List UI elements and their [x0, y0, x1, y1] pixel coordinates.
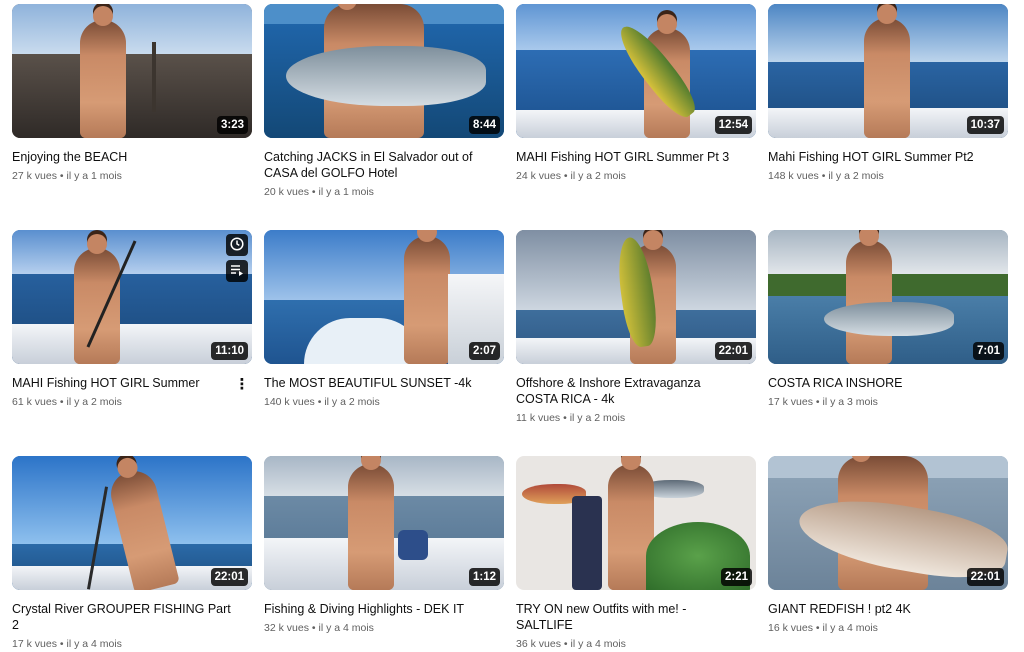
- vertical-dots-icon: ⋮: [234, 376, 250, 393]
- view-count: 61 k vues: [12, 396, 57, 408]
- video-thumbnail[interactable]: 1:12: [264, 456, 504, 590]
- video-duration: 12:54: [714, 116, 752, 134]
- upload-age: il y a 1 mois: [66, 170, 122, 182]
- upload-age: il y a 4 mois: [318, 622, 374, 634]
- video-card[interactable]: 1:12 Fishing & Diving Highlights - DEK I…: [264, 456, 504, 636]
- video-card[interactable]: 7:01 COSTA RICA INSHORE 17 k vues • il y…: [768, 230, 1008, 410]
- upload-age: il y a 3 mois: [822, 396, 878, 408]
- view-count: 24 k vues: [516, 170, 561, 182]
- video-card[interactable]: 8:44 Catching JACKS in El Salvador out o…: [264, 4, 504, 200]
- view-count: 11 k vues: [516, 412, 561, 424]
- upload-age: il y a 2 mois: [66, 396, 122, 408]
- view-count: 140 k vues: [264, 396, 315, 408]
- video-meta: 61 k vues • il y a 2 mois: [12, 396, 122, 408]
- video-thumbnail[interactable]: 8:44: [264, 4, 504, 138]
- video-thumbnail[interactable]: 2:07: [264, 230, 504, 364]
- upload-age: il y a 2 mois: [324, 396, 380, 408]
- view-count: 17 k vues: [12, 638, 57, 650]
- video-duration: 7:01: [972, 342, 1004, 360]
- video-title[interactable]: GIANT REDFISH ! pt2 4K: [768, 601, 996, 617]
- video-meta: 17 k vues • il y a 4 mois: [12, 638, 122, 650]
- video-thumbnail[interactable]: 10:37: [768, 4, 1008, 138]
- video-title[interactable]: TRY ON new Outfits with me! - SALTLIFE: [516, 601, 744, 633]
- video-duration: 22:01: [210, 568, 248, 586]
- video-meta: 20 k vues • il y a 1 mois: [264, 186, 374, 198]
- video-card[interactable]: 22:01 Crystal River GROUPER FISHING Part…: [12, 456, 252, 652]
- video-title[interactable]: COSTA RICA INSHORE: [768, 375, 996, 391]
- watch-later-button[interactable]: [226, 234, 248, 256]
- upload-age: il y a 4 mois: [570, 638, 626, 650]
- video-card[interactable]: 2:21 TRY ON new Outfits with me! - SALTL…: [516, 456, 756, 652]
- video-duration: 22:01: [966, 568, 1004, 586]
- video-title[interactable]: MAHI Fishing HOT GIRL Summer Pt 3: [516, 149, 744, 165]
- video-meta: 140 k vues • il y a 2 mois: [264, 396, 380, 408]
- video-duration: 11:10: [211, 342, 248, 360]
- upload-age: il y a 1 mois: [318, 186, 374, 198]
- video-duration: 3:23: [216, 116, 248, 134]
- video-meta: 17 k vues • il y a 3 mois: [768, 396, 878, 408]
- video-meta: 27 k vues • il y a 1 mois: [12, 170, 122, 182]
- view-count: 20 k vues: [264, 186, 309, 198]
- video-thumbnail[interactable]: 22:01: [768, 456, 1008, 590]
- video-title[interactable]: MAHI Fishing HOT GIRL Summer: [12, 375, 240, 391]
- upload-age: il y a 2 mois: [569, 412, 626, 424]
- video-meta: 148 k vues • il y a 2 mois: [768, 170, 884, 182]
- view-count: 17 k vues: [768, 396, 813, 408]
- clock-icon: [230, 236, 244, 254]
- more-actions-button[interactable]: ⋮: [234, 375, 250, 395]
- video-duration: 2:07: [468, 342, 500, 360]
- video-thumbnail[interactable]: 2:21: [516, 456, 756, 590]
- upload-age: il y a 4 mois: [66, 638, 122, 650]
- video-card[interactable]: 2:07 The MOST BEAUTIFUL SUNSET -4k 140 k…: [264, 230, 504, 410]
- video-card[interactable]: 3:23 Enjoying the BEACH 27 k vues • il y…: [12, 4, 252, 184]
- view-count: 32 k vues: [264, 622, 309, 634]
- view-count: 36 k vues: [516, 638, 561, 650]
- video-duration: 1:12: [468, 568, 500, 586]
- video-title[interactable]: The MOST BEAUTIFUL SUNSET -4k: [264, 375, 492, 391]
- video-card[interactable]: 22:01 GIANT REDFISH ! pt2 4K 16 k vues •…: [768, 456, 1008, 636]
- video-meta: 11 k vues • il y a 2 mois: [516, 412, 626, 424]
- video-meta: 32 k vues • il y a 4 mois: [264, 622, 374, 634]
- video-thumbnail[interactable]: 7:01: [768, 230, 1008, 364]
- video-card[interactable]: 11:10 MAHI Fishing HOT GIRL Summer 61 k …: [12, 230, 252, 410]
- view-count: 27 k vues: [12, 170, 57, 182]
- upload-age: il y a 4 mois: [822, 622, 878, 634]
- video-thumbnail[interactable]: 12:54: [516, 4, 756, 138]
- video-card[interactable]: 12:54 MAHI Fishing HOT GIRL Summer Pt 3 …: [516, 4, 756, 184]
- video-title[interactable]: Crystal River GROUPER FISHING Part 2: [12, 601, 240, 633]
- video-thumbnail[interactable]: 11:10: [12, 230, 252, 364]
- video-thumbnail[interactable]: 22:01: [12, 456, 252, 590]
- view-count: 16 k vues: [768, 622, 813, 634]
- video-meta: 36 k vues • il y a 4 mois: [516, 638, 626, 650]
- video-title[interactable]: Fishing & Diving Highlights - DEK IT: [264, 601, 492, 617]
- video-title[interactable]: Mahi Fishing HOT GIRL Summer Pt2: [768, 149, 996, 165]
- video-duration: 2:21: [720, 568, 752, 586]
- view-count: 148 k vues: [768, 170, 819, 182]
- queue-icon: [230, 263, 244, 280]
- video-duration: 22:01: [714, 342, 752, 360]
- add-to-queue-button[interactable]: [226, 260, 248, 282]
- video-thumbnail[interactable]: 22:01: [516, 230, 756, 364]
- video-thumbnail[interactable]: 3:23: [12, 4, 252, 138]
- video-duration: 10:37: [966, 116, 1004, 134]
- video-meta: 16 k vues • il y a 4 mois: [768, 622, 878, 634]
- video-title[interactable]: Catching JACKS in El Salvador out of CAS…: [264, 149, 492, 181]
- video-card[interactable]: 22:01 Offshore & Inshore Extravaganza CO…: [516, 230, 756, 426]
- upload-age: il y a 2 mois: [828, 170, 884, 182]
- video-title[interactable]: Enjoying the BEACH: [12, 149, 240, 165]
- video-meta: 24 k vues • il y a 2 mois: [516, 170, 626, 182]
- video-card[interactable]: 10:37 Mahi Fishing HOT GIRL Summer Pt2 1…: [768, 4, 1008, 184]
- video-title[interactable]: Offshore & Inshore Extravaganza COSTA RI…: [516, 375, 744, 407]
- upload-age: il y a 2 mois: [570, 170, 626, 182]
- video-duration: 8:44: [468, 116, 500, 134]
